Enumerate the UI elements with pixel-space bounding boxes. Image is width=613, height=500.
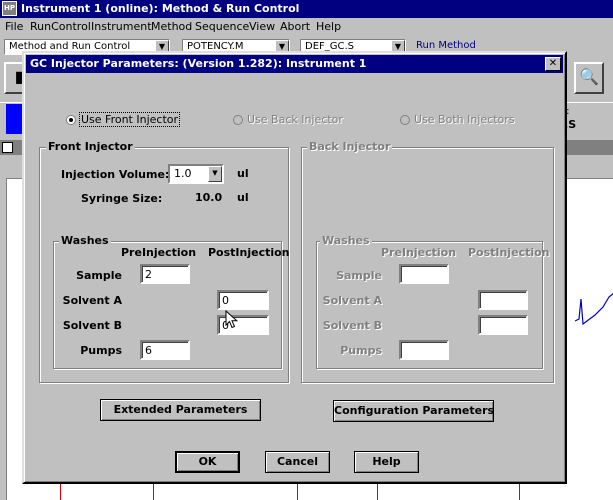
injection-volume-value: 1.0 (174, 167, 192, 180)
magnify-report-icon[interactable]: 🔍 (574, 62, 604, 94)
menu-file[interactable]: File (5, 20, 23, 33)
chevron-down-icon[interactable]: ▼ (208, 166, 222, 182)
back-sample-label: Sample (336, 269, 382, 282)
front-pre-header: PreInjection (121, 246, 197, 259)
radio-both-injectors[interactable]: Use Both Injectors (400, 112, 560, 128)
back-solvent-a-post-input (478, 290, 528, 310)
menu-method[interactable]: Method (151, 20, 192, 33)
extended-parameters-button[interactable]: Extended Parameters (100, 399, 261, 421)
front-post-header: PostInjection (208, 246, 290, 259)
menu-help[interactable]: Help (316, 20, 341, 33)
radio-unselected-icon (233, 115, 243, 125)
injection-volume-label: Injection Volume: (61, 168, 170, 181)
app-icon[interactable]: HP (2, 1, 17, 16)
menu-sequence[interactable]: Sequence (195, 20, 249, 33)
radio-selected-icon (66, 115, 76, 125)
dialog-title-bar[interactable]: GC Injector Parameters: (Version 1.282):… (26, 55, 563, 73)
front-solvent-a-label: Solvent A (62, 294, 122, 307)
help-button[interactable]: Help (354, 451, 419, 473)
run-marker (60, 482, 61, 500)
syringe-size-value: 10.0 (195, 191, 223, 204)
configuration-parameters-button[interactable]: Configuration Parameters (333, 400, 494, 422)
run-marker (297, 482, 298, 500)
front-sample-pre-input[interactable] (140, 264, 190, 284)
injection-volume-unit: ul (237, 167, 249, 180)
front-pumps-label: Pumps (80, 344, 122, 357)
back-post-header: PostInjection (468, 246, 550, 259)
injection-volume-dropdown[interactable]: 1.0 ▼ (168, 164, 224, 184)
run-marker (519, 482, 520, 500)
syringe-size-unit: ul (237, 191, 249, 204)
radio-back-injector[interactable]: Use Back Injector (233, 112, 393, 128)
window-icon[interactable] (2, 142, 13, 153)
radio-back-label: Use Back Injector (247, 113, 343, 126)
menu-instrument[interactable]: Instrument (91, 20, 152, 33)
cancel-button[interactable]: Cancel (265, 451, 330, 473)
app-title: Instrument 1 (online): Method & Run Cont… (21, 2, 300, 15)
close-icon: ✕ (548, 58, 558, 69)
radio-front-label: Use Front Injector (78, 112, 181, 127)
front-injector-group-label: Front Injector (46, 140, 135, 153)
radio-unselected-icon (400, 115, 410, 125)
back-solvent-b-post-input (478, 315, 528, 335)
front-solvent-b-label: Solvent B (62, 319, 122, 332)
front-sample-label: Sample (76, 269, 122, 282)
radio-both-label: Use Both Injectors (414, 113, 515, 126)
front-washes-label: Washes (59, 234, 111, 247)
menu-abort[interactable]: Abort (280, 20, 310, 33)
back-pumps-pre-input (399, 340, 449, 360)
menu-runcontrol[interactable]: RunControl (30, 20, 91, 33)
run-method-link[interactable]: Run Method (416, 40, 476, 51)
run-marker (153, 482, 154, 500)
syringe-size-label: Syringe Size: (81, 192, 163, 205)
back-pre-header: PreInjection (381, 246, 457, 259)
menu-view[interactable]: View (249, 20, 275, 33)
back-solvent-a-label: Solvent A (322, 294, 382, 307)
dialog-title: GC Injector Parameters: (Version 1.282):… (30, 57, 367, 70)
front-pumps-pre-input[interactable] (140, 340, 190, 360)
front-solvent-a-post-input[interactable] (217, 290, 269, 310)
ok-button[interactable]: OK (175, 451, 240, 473)
radio-front-injector[interactable]: Use Front Injector (66, 112, 226, 128)
app-title-bar[interactable]: HP Instrument 1 (online): Method & Run C… (0, 0, 613, 18)
back-sample-pre-input (399, 264, 449, 284)
mouse-pointer-icon (225, 310, 239, 329)
run-marker (377, 482, 378, 500)
gc-injector-dialog: GC Injector Parameters: (Version 1.282):… (22, 51, 567, 484)
menu-bar: File RunControl Instrument Method Sequen… (0, 18, 613, 36)
back-washes-label: Washes (320, 234, 372, 247)
close-button[interactable]: ✕ (545, 57, 561, 71)
back-solvent-b-label: Solvent B (322, 319, 382, 332)
status-indicator (6, 104, 22, 134)
back-pumps-label: Pumps (340, 344, 382, 357)
signal-line (574, 293, 613, 326)
back-injector-group-label: Back Injector (307, 140, 393, 153)
